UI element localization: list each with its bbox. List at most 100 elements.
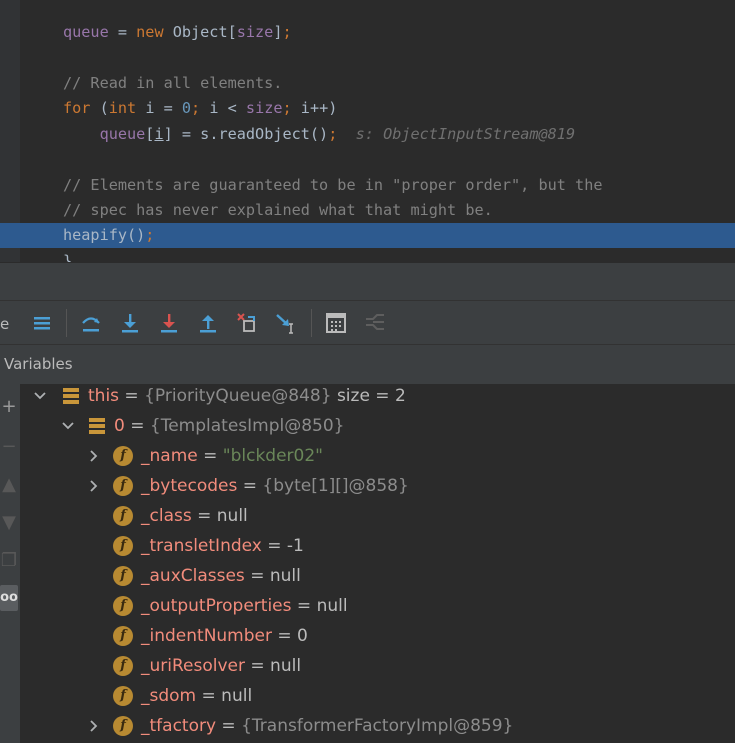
variable-row[interactable]: 0 = {TemplatesImpl@850}: [21, 411, 735, 441]
variable-row[interactable]: f _uriResolver = null: [21, 651, 735, 681]
show-execution-point-icon[interactable]: [30, 311, 54, 335]
variable-name: _class: [141, 506, 192, 526]
code-line: }: [0, 249, 735, 262]
chevron-down-icon[interactable]: [33, 384, 47, 411]
variable-row[interactable]: f _outputProperties = null: [21, 591, 735, 621]
code-token: for: [63, 99, 91, 117]
field-icon: f: [113, 716, 133, 736]
variable-row[interactable]: f _tfactory = {TransformerFactoryImpl@859…: [21, 711, 735, 741]
variable-equals: =: [291, 596, 317, 616]
variable-reference: {TransformerFactoryImpl@859}: [241, 716, 514, 736]
force-step-into-icon[interactable]: [157, 311, 181, 335]
field-icon: f: [113, 656, 133, 676]
code-text: for (int i = 0; i < size; i++): [63, 96, 337, 121]
object-icon: [87, 416, 107, 436]
variable-name: _transletIndex: [141, 536, 262, 556]
variable-name: _name: [141, 446, 198, 466]
step-over-icon[interactable]: [79, 311, 103, 335]
run-to-cursor-icon[interactable]: [274, 311, 298, 335]
variable-name: 0: [114, 416, 125, 436]
variables-header: Variables: [0, 344, 735, 385]
code-token: ;: [282, 23, 292, 41]
step-out-icon[interactable]: [196, 311, 220, 335]
code-token: i++): [300, 99, 338, 117]
variable-row[interactable]: f _sdom = null: [21, 681, 735, 711]
debug-tabs-header: [0, 262, 735, 301]
code-token: // Read in all elements.: [63, 74, 283, 92]
copy-icon[interactable]: ❐: [0, 548, 18, 574]
toolbar-cut-label: e: [0, 315, 10, 333]
code-token: =: [108, 23, 137, 41]
chevron-right-icon[interactable]: [87, 441, 101, 471]
chevron-right-icon[interactable]: [87, 471, 101, 501]
variable-name: _outputProperties: [141, 596, 292, 616]
variable-name: _bytecodes: [141, 476, 238, 496]
step-into-icon[interactable]: [118, 311, 142, 335]
variable-equals: =: [237, 476, 263, 496]
field-icon: f: [113, 536, 133, 556]
variable-row[interactable]: f _transletIndex = -1: [21, 531, 735, 561]
show-watches-icon[interactable]: oo: [0, 585, 18, 611]
code-token: size: [236, 23, 274, 41]
variable-equals: =: [244, 566, 270, 586]
variable-row[interactable]: f _bytecodes = {byte[1][]@858}: [21, 471, 735, 501]
variable-value: 0: [297, 626, 308, 646]
variable-equals: =: [271, 626, 298, 646]
code-token: ;: [282, 99, 301, 117]
code-token: size: [245, 99, 283, 117]
variable-row[interactable]: this = {PriorityQueue@848} size = 2: [21, 384, 735, 411]
drop-frame-icon[interactable]: [235, 311, 259, 335]
variable-name: _sdom: [141, 686, 197, 706]
variable-row[interactable]: f _auxClasses = null: [21, 561, 735, 591]
variable-name: _uriResolver: [141, 656, 245, 676]
add-watch-icon[interactable]: +: [0, 394, 18, 420]
code-text: queue = new Object[size];: [63, 20, 292, 45]
code-text: heapify();: [63, 223, 154, 248]
code-token: ;: [191, 99, 210, 117]
code-editor[interactable]: queue = new Object[size]; // Read in all …: [0, 0, 735, 262]
chevron-down-icon[interactable]: [61, 411, 75, 441]
code-token: int: [108, 99, 137, 117]
variable-row[interactable]: f _indentNumber = 0: [21, 621, 735, 651]
debug-panel: e Variables + − ▲ ▼ ❐ oo this = {PriorityQueu…: [0, 262, 735, 743]
code-line: // Read in all elements.: [0, 71, 735, 96]
toolbar-separator: [311, 309, 312, 337]
code-line: // Elements are guaranteed to be in "pro…: [0, 173, 735, 198]
field-icon: f: [113, 626, 133, 646]
code-text: queue[i] = s.readObject(); s: ObjectInpu…: [63, 122, 576, 147]
variable-value: null: [269, 566, 301, 586]
trace-current-stream-chain-icon[interactable]: [363, 311, 387, 335]
code-token: i =: [136, 99, 182, 117]
code-token: Object[: [163, 23, 237, 41]
variable-equals: =: [196, 686, 222, 706]
variable-label: _auxClasses = null: [141, 561, 301, 591]
variable-label: 0 = {TemplatesImpl@850}: [114, 411, 345, 441]
field-icon: f: [113, 506, 133, 526]
variable-label: _outputProperties = null: [141, 591, 348, 621]
variable-row[interactable]: f _class = null: [21, 501, 735, 531]
variable-label: _sdom = null: [141, 681, 252, 711]
variable-reference: {PriorityQueue@848}: [144, 386, 332, 406]
variables-side-toolbar: + − ▲ ▼ ❐ oo: [0, 384, 21, 743]
variable-value: "blckder02": [222, 446, 323, 466]
variable-name: _tfactory: [141, 716, 217, 736]
move-down-icon[interactable]: ▼: [0, 510, 18, 536]
evaluate-expression-icon[interactable]: [324, 311, 348, 335]
variables-tree[interactable]: this = {PriorityQueue@848} size = 20 = {…: [21, 384, 735, 743]
code-token: ] = s.readObject(): [163, 125, 329, 143]
code-text: }: [63, 249, 72, 262]
variable-name: this: [88, 386, 120, 406]
code-token: }: [63, 252, 73, 262]
variable-reference: {byte[1][]@858}: [262, 476, 409, 496]
chevron-right-icon[interactable]: [87, 711, 101, 741]
code-token: heapify(): [63, 226, 146, 244]
variable-reference: {TemplatesImpl@850}: [149, 416, 345, 436]
variable-name: _auxClasses: [141, 566, 245, 586]
move-up-icon[interactable]: ▲: [0, 472, 18, 498]
code-line: queue = new Object[size];: [0, 20, 735, 45]
remove-watch-icon[interactable]: −: [0, 434, 18, 460]
code-token: new: [136, 23, 164, 41]
variable-row[interactable]: f _name = "blckder02": [21, 441, 735, 471]
